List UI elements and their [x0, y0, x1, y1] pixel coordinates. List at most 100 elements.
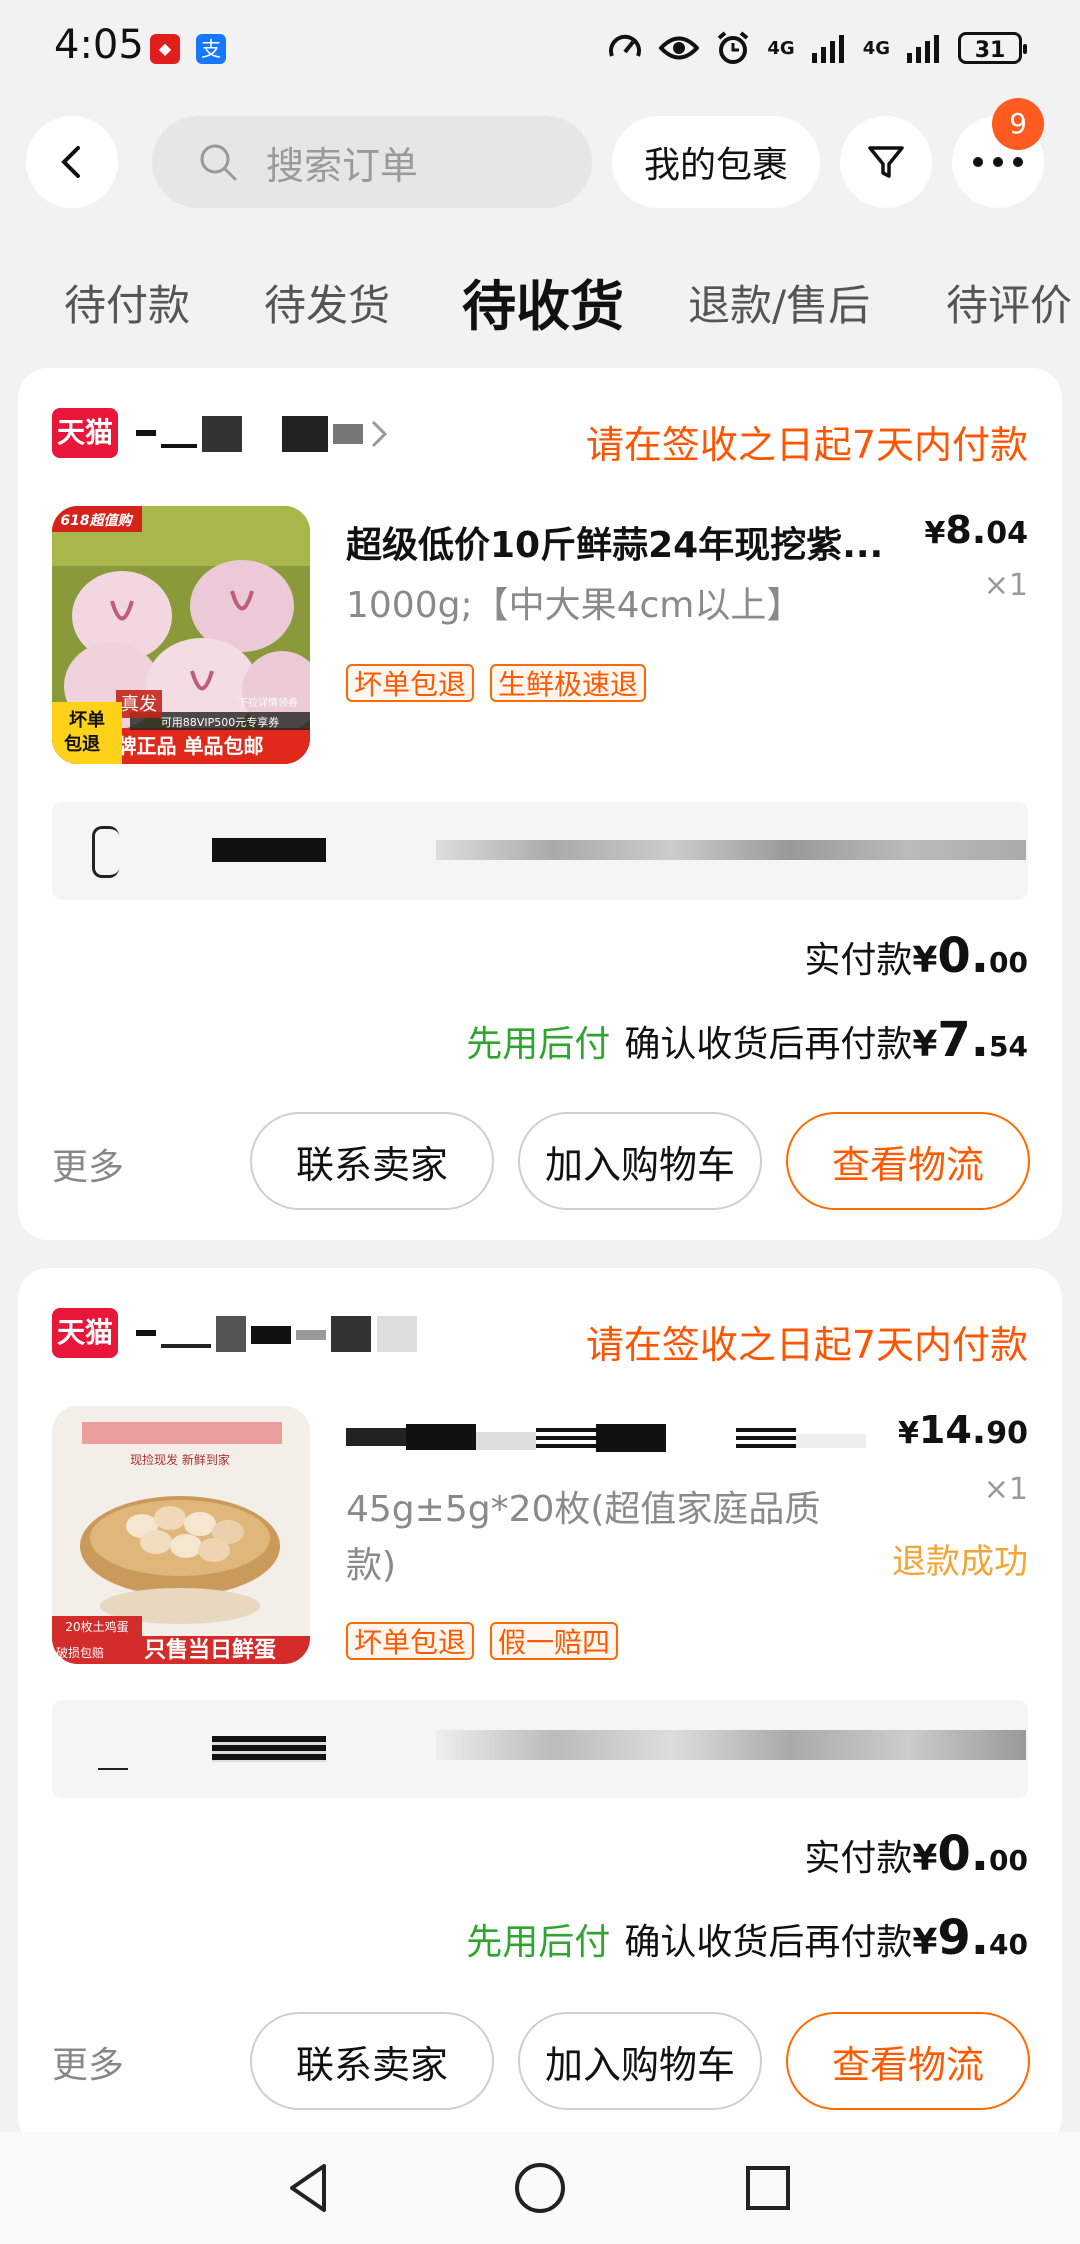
paid-label: 实付款	[804, 1838, 913, 1879]
more-link[interactable]: 更多	[52, 1138, 124, 1190]
eggs-count-text: 20枚土鸡蛋	[65, 1619, 128, 1634]
paid-amount: 实付款¥0.00	[804, 1826, 1028, 1882]
paid-label: 实付款	[804, 940, 913, 981]
garlic-corner-text-2: 包退	[64, 733, 100, 755]
pay-later-decimal: 54	[989, 1030, 1028, 1063]
recents-square-icon[interactable]	[738, 2158, 798, 2218]
tab-pending-receipt[interactable]: 待收货	[462, 262, 624, 341]
app-notification-icon: ◆	[150, 34, 180, 64]
signal-icon-2	[904, 28, 944, 68]
contact-seller-button[interactable]: 联系卖家	[250, 2012, 494, 2110]
tmall-logo: 天猫	[52, 1308, 118, 1358]
eye-icon	[659, 28, 700, 68]
product-quantity: ×1	[983, 1472, 1028, 1507]
pay-later-integer: 9.	[937, 1910, 990, 1966]
product-title[interactable]: 超级低价10斤鲜蒜24年现挖紫...	[346, 516, 946, 568]
order-tabs: 待付款 待发货 待收货 退款/售后 待评价	[0, 262, 1080, 342]
home-circle-icon[interactable]	[510, 2158, 570, 2218]
order-card: 天猫 请在签收之日起7天内付款 现捡现发 新鲜到家 20枚土鸡蛋 只售当日鲜蛋 …	[18, 1268, 1062, 2148]
alarm-icon	[713, 28, 753, 68]
pay-later-symbol: ¥	[912, 1922, 938, 1963]
pay-later-info: 先用后付 确认收货后再付款¥7.54	[466, 1012, 1028, 1068]
garlic-mark-text: 真发	[121, 694, 157, 715]
paid-integer: 0.	[937, 928, 990, 984]
product-spec: 45g±5g*20枚(超值家庭品质款)	[346, 1489, 821, 1586]
service-tag: 生鲜极速退	[490, 664, 647, 702]
contact-seller-button[interactable]: 联系卖家	[250, 1112, 494, 1210]
product-image-eggs[interactable]: 现捡现发 新鲜到家 20枚土鸡蛋 只售当日鲜蛋 破损包赔	[52, 1406, 310, 1664]
paid-decimal: 00	[989, 946, 1028, 979]
top-bar: 搜索订单 我的包裹 9	[0, 98, 1080, 208]
alipay-icon: 支	[196, 34, 226, 64]
pay-later-symbol: ¥	[912, 1024, 938, 1065]
garlic-badge-text: 618超值购	[60, 512, 133, 529]
chevron-right-icon	[371, 420, 387, 448]
back-button[interactable]	[26, 116, 118, 208]
tab-pending-payment[interactable]: 待付款	[64, 272, 190, 333]
logistics-info-redacted[interactable]	[52, 1700, 1028, 1798]
eggs-banner-text: 只售当日鲜蛋	[144, 1637, 276, 1663]
eggs-image: 现捡现发 新鲜到家 20枚土鸡蛋 只售当日鲜蛋 破损包赔	[52, 1406, 310, 1664]
pay-later-label: 先用后付	[466, 1024, 611, 1065]
network-4g-label-2: 4G	[862, 37, 890, 59]
payment-notice: 请在签收之日起7天内付款	[585, 1323, 1028, 1367]
service-tag: 坏单包退	[346, 1622, 475, 1660]
price-symbol: ¥	[924, 516, 946, 551]
more-dots-icon	[973, 157, 1023, 167]
add-to-cart-button[interactable]: 加入购物车	[518, 1112, 762, 1210]
filter-button[interactable]	[840, 116, 932, 208]
pay-later-integer: 7.	[937, 1012, 990, 1068]
price-integer: 8.	[945, 508, 987, 552]
tab-refund-aftersale[interactable]: 退款/售后	[688, 272, 870, 333]
shop-name-redacted[interactable]	[136, 1316, 426, 1352]
speedometer-icon	[605, 28, 645, 68]
price-decimal: 04	[986, 516, 1028, 551]
paid-integer: 0.	[937, 1826, 990, 1882]
order-card: 天猫 请在签收之日起7天内付款 品牌正品 单品包邮 可用88VIP500元专享券…	[18, 368, 1062, 1240]
filter-icon	[868, 146, 904, 178]
signal-icon	[809, 28, 849, 68]
system-nav-bar	[0, 2132, 1080, 2244]
back-triangle-icon[interactable]	[280, 2158, 340, 2218]
my-parcels-button[interactable]: 我的包裹	[612, 116, 820, 208]
service-tag: 假一赔四	[490, 1622, 619, 1660]
product-spec: 1000g;【中大果4cm以上】	[346, 585, 803, 626]
eggs-ship-text: 破损包赔	[56, 1645, 104, 1660]
paid-amount: 实付款¥0.00	[804, 928, 1028, 984]
price-decimal: 90	[986, 1416, 1028, 1451]
tab-pending-shipment[interactable]: 待发货	[264, 272, 390, 333]
status-indicators: 4G 4G 31	[605, 28, 1027, 68]
pay-later-text: 确认收货后再付款	[624, 1922, 913, 1963]
garlic-corner-text-1: 坏单	[69, 709, 105, 731]
tmall-logo: 天猫	[52, 408, 118, 458]
shop-name-redacted[interactable]	[136, 416, 406, 452]
refund-status: 退款成功	[892, 1542, 1028, 1582]
pay-later-decimal: 40	[989, 1928, 1028, 1961]
pay-later-info: 先用后付 确认收货后再付款¥9.40	[466, 1910, 1028, 1966]
logistics-info-redacted[interactable]	[52, 802, 1028, 900]
product-title-redacted[interactable]	[346, 1420, 946, 1460]
notification-badge: 9	[992, 98, 1044, 150]
search-input[interactable]: 搜索订单	[152, 116, 592, 208]
search-icon	[200, 144, 237, 181]
battery-icon: 31	[958, 32, 1027, 64]
pay-later-label: 先用后付	[466, 1922, 611, 1963]
garlic-topright-text: 下拉详情领券	[238, 696, 298, 709]
product-image-garlic[interactable]: 品牌正品 单品包邮 可用88VIP500元专享券 618超值购 下拉详情领券 真…	[52, 506, 310, 764]
price-symbol: ¥	[898, 1416, 919, 1451]
view-logistics-button[interactable]: 查看物流	[786, 2012, 1030, 2110]
view-logistics-button[interactable]: 查看物流	[786, 1112, 1030, 1210]
status-bar: 4:05 ◆ 支 4G 4G 31	[0, 0, 1080, 100]
service-tag: 坏单包退	[346, 664, 475, 702]
status-time: 4:05	[54, 22, 144, 68]
eggs-sub-text: 现捡现发 新鲜到家	[130, 1452, 230, 1467]
paid-symbol: ¥	[912, 940, 938, 981]
more-link[interactable]: 更多	[52, 2036, 124, 2088]
product-price: ¥14.90	[898, 1408, 1028, 1452]
add-to-cart-button[interactable]: 加入购物车	[518, 2012, 762, 2110]
paid-symbol: ¥	[912, 1838, 938, 1879]
tab-pending-review[interactable]: 待评价	[946, 272, 1072, 333]
payment-notice: 请在签收之日起7天内付款	[585, 423, 1028, 467]
price-integer: 14.	[918, 1408, 987, 1452]
product-price: ¥8.04	[924, 508, 1028, 552]
